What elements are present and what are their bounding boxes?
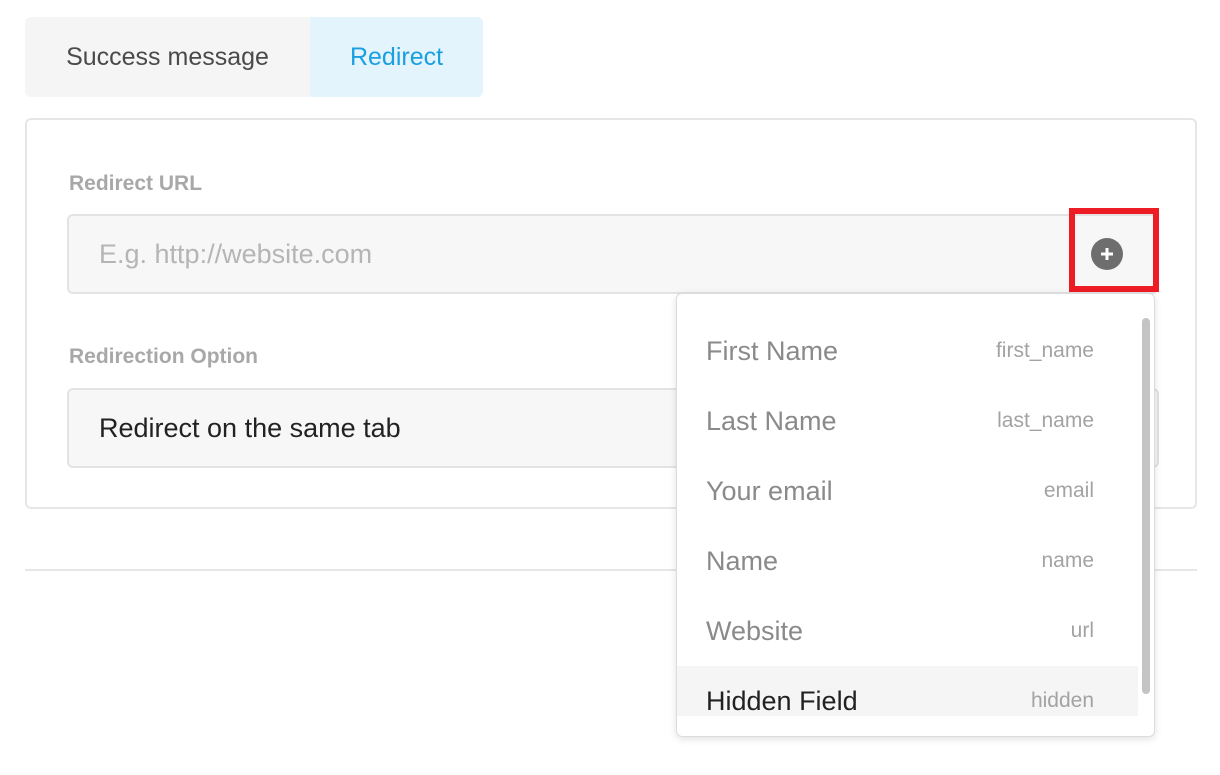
dropdown-item-label: Website	[706, 615, 804, 646]
dropdown-item-key: url	[1070, 619, 1094, 642]
dropdown-item-key: name	[1041, 549, 1094, 572]
dropdown-item-key: hidden	[1030, 689, 1094, 712]
add-field-button[interactable]	[1091, 238, 1123, 270]
redirection-option-label: Redirection Option	[69, 345, 258, 368]
dropdown-item-email[interactable]: Your email email	[677, 456, 1138, 526]
dropdown-item-hidden-field[interactable]: Hidden Field hidden	[677, 666, 1138, 716]
dropdown-item-first-name[interactable]: First Name first_name	[677, 316, 1138, 386]
dropdown-item-label: Last Name	[706, 405, 837, 436]
dropdown-scrollbar[interactable]	[1142, 318, 1150, 694]
dropdown-item-last-name[interactable]: Last Name last_name	[677, 386, 1138, 456]
field-dropdown-list: First Name first_name Last Name last_nam…	[677, 316, 1138, 716]
dropdown-item-label: Hidden Field	[706, 685, 858, 716]
tab-redirect[interactable]: Redirect	[310, 17, 483, 97]
field-dropdown: First Name first_name Last Name last_nam…	[676, 293, 1155, 737]
tab-bar: Success message Redirect	[25, 17, 483, 97]
plus-circle-icon	[1101, 248, 1113, 260]
tab-success-message[interactable]: Success message	[25, 17, 310, 97]
dropdown-item-label: Your email	[706, 475, 833, 506]
redirect-url-label: Redirect URL	[69, 172, 203, 195]
dropdown-item-key: last_name	[997, 409, 1094, 432]
dropdown-item-key: email	[1043, 479, 1094, 502]
dropdown-item-name[interactable]: Name name	[677, 526, 1138, 596]
dropdown-item-label: First Name	[706, 335, 839, 366]
dropdown-item-label: Name	[706, 545, 779, 576]
dropdown-item-key: first_name	[995, 339, 1094, 362]
redirect-url-input[interactable]: E.g. http://website.com	[67, 214, 1159, 294]
dropdown-item-website[interactable]: Website url	[677, 596, 1138, 666]
redirect-settings-page: Success message Redirect Redirect URL E.…	[0, 0, 1220, 775]
